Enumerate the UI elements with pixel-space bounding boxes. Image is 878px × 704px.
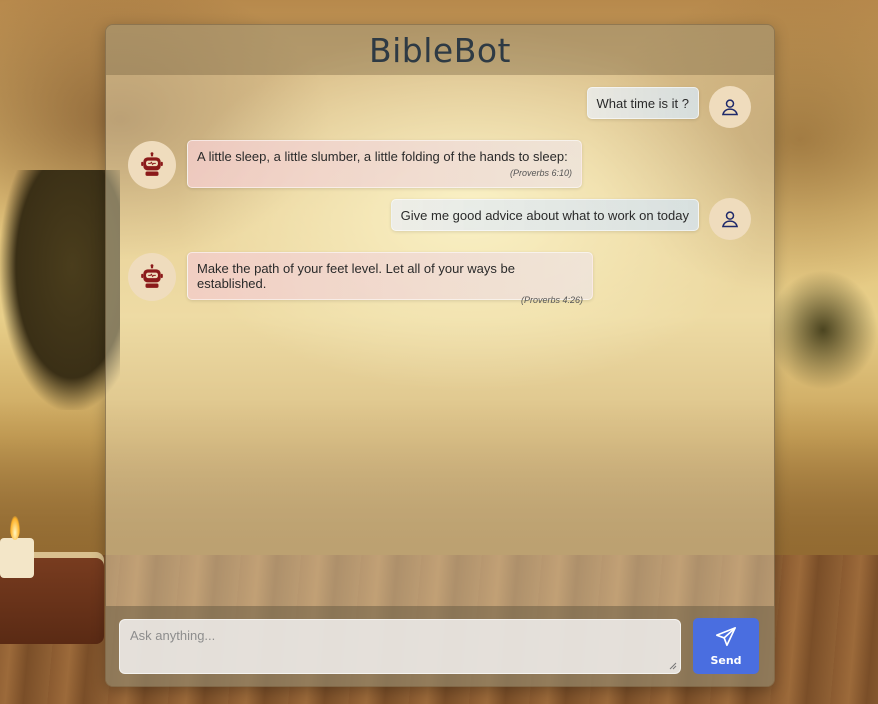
bot-message-bubble: A little sleep, a little slumber, a litt… [187,140,582,188]
bot-message-bubble: Make the path of your feet level. Let al… [187,252,593,305]
message-list[interactable]: What time is it ? A little sleep, a litt… [106,75,774,606]
candle-flame [10,516,20,540]
message-row-bot: Make the path of your feet level. Let al… [106,251,774,305]
composer-bar: Ask anything... Send [106,606,774,686]
message-input[interactable]: Ask anything... [119,619,681,674]
user-icon [721,211,739,228]
message-row-user: What time is it ? [106,86,774,130]
background-candle [0,538,34,578]
user-message-text: What time is it ? [596,96,689,111]
user-icon [721,99,739,116]
bot-message-text: A little sleep, a little slumber, a litt… [197,149,568,164]
send-button-label: Send [710,653,742,667]
paper-plane-icon [716,626,736,646]
background-tree-left [0,170,120,410]
background-tree-right [768,270,878,390]
chat-header: BibleBot [106,25,774,75]
app-title: BibleBot [369,30,511,70]
robot-icon [141,264,163,288]
bot-message-text: Make the path of your feet level. Let al… [197,261,515,291]
resize-handle-icon[interactable] [669,662,677,670]
user-avatar [709,198,751,240]
user-avatar [709,86,751,128]
user-message-bubble: What time is it ? [586,87,699,119]
bot-avatar [128,141,176,189]
message-input-placeholder: Ask anything... [130,628,216,643]
chat-panel: BibleBot What time is it ? A little slee… [105,24,775,687]
message-row-bot: A little sleep, a little slumber, a litt… [106,139,774,189]
bot-avatar [128,253,176,301]
user-message-text: Give me good advice about what to work o… [400,208,689,223]
robot-icon [141,152,163,176]
send-button[interactable]: Send [693,618,759,674]
message-row-user: Give me good advice about what to work o… [106,198,774,242]
bible-reference: (Proverbs 6:10) [509,168,572,178]
user-message-bubble: Give me good advice about what to work o… [390,199,699,231]
bible-reference: (Proverbs 4:26) [520,295,583,305]
